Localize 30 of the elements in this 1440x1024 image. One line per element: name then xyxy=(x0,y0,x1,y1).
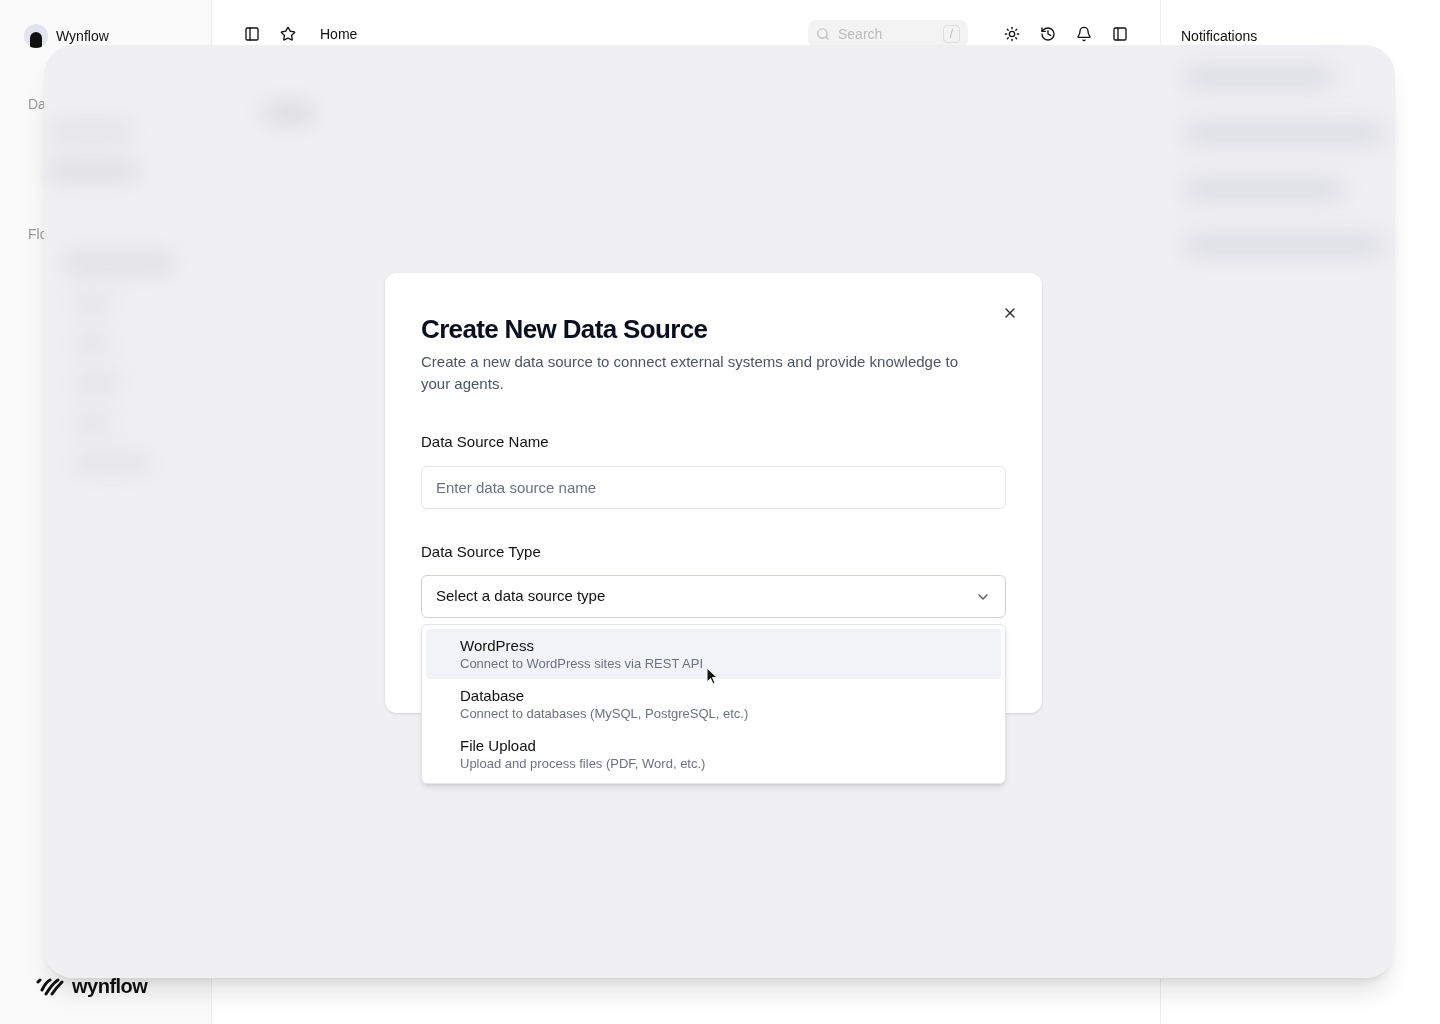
field-label: Data Source Type xyxy=(421,541,542,562)
dialog-description: Create a new data source to connect external systems and provide knowledge to your agents. xyxy=(421,352,959,394)
option-title: File Upload xyxy=(460,736,537,756)
logo-icon xyxy=(36,976,64,996)
avatar[interactable] xyxy=(24,24,48,48)
history-icon[interactable] xyxy=(1040,26,1056,42)
option-title: WordPress xyxy=(460,636,535,656)
theme-icon[interactable] xyxy=(1004,26,1020,42)
app-name: Wynflow xyxy=(56,27,109,46)
panel-toggle-icon[interactable] xyxy=(1112,26,1128,42)
search-icon xyxy=(816,27,830,41)
option-description: Connect to WordPress sites via REST API xyxy=(460,656,704,672)
option-description: Connect to databases (MySQL, PostgreSQL, etc.) xyxy=(460,706,750,722)
option-description: Upload and process files (PDF, Word, etc.) xyxy=(460,756,707,772)
logo-wordmark: wynflow xyxy=(72,974,148,999)
favorite-star-icon[interactable] xyxy=(280,26,296,42)
option-title: Database xyxy=(460,686,526,706)
select-field[interactable]: Select a data source type xyxy=(421,575,1006,618)
field-label: Data Source Name xyxy=(421,432,550,452)
section-label: Da xyxy=(28,95,47,114)
sidebar-toggle-icon[interactable] xyxy=(244,26,260,42)
section-label: Flo xyxy=(28,225,49,244)
dropdown-option[interactable]: WordPress Connect to WordPress sites via REST API xyxy=(426,629,1001,679)
breadcrumb[interactable]: Home xyxy=(320,24,358,44)
input-field[interactable]: Enter data source name xyxy=(421,465,1006,509)
notifications-title: Notifications xyxy=(1181,28,1258,44)
dialog-title: Create New Data Source xyxy=(421,313,709,345)
shortcut-key: / xyxy=(942,25,960,43)
cursor-icon xyxy=(706,667,718,685)
bell-icon[interactable] xyxy=(1076,26,1092,42)
